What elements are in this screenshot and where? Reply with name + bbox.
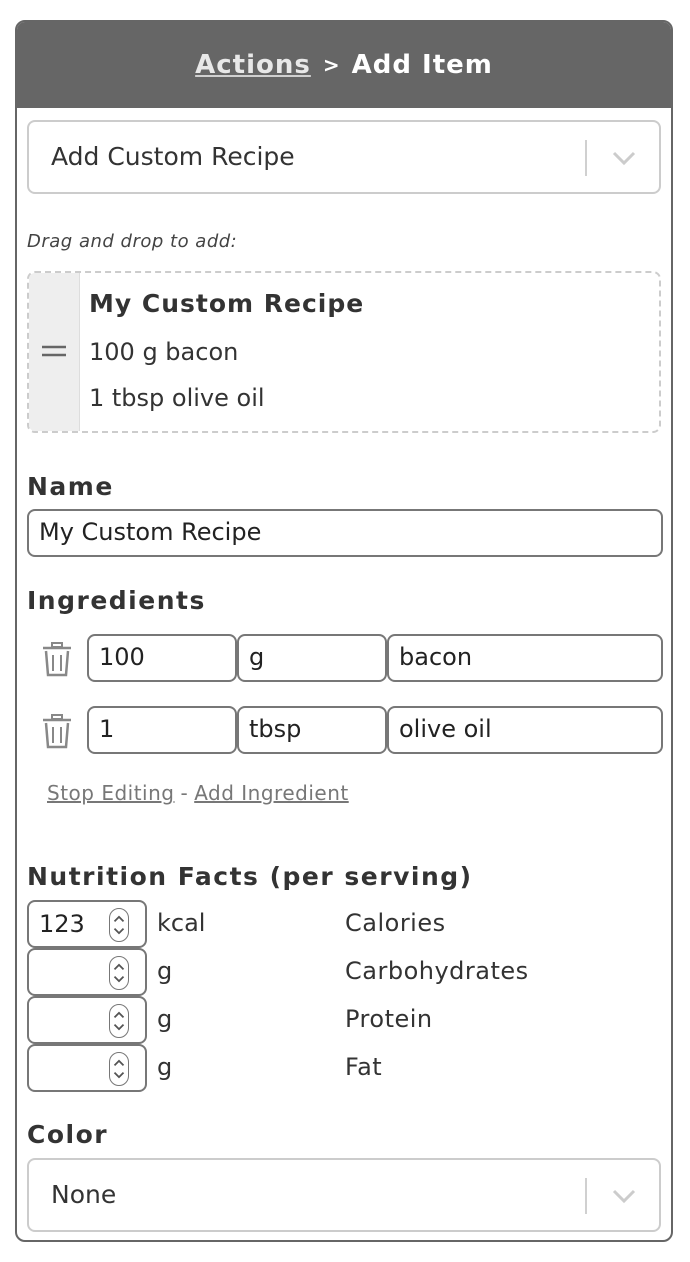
- fat-label: Fat: [345, 1053, 383, 1081]
- ingredient-name-input[interactable]: olive oil: [387, 706, 663, 754]
- calories-label: Calories: [345, 909, 446, 937]
- protein-unit: g: [157, 1005, 173, 1033]
- color-label: Color: [27, 1120, 109, 1149]
- drag-hint: Drag and drop to add:: [27, 231, 238, 252]
- fat-unit: g: [157, 1053, 173, 1081]
- fat-number-input[interactable]: [27, 1044, 147, 1092]
- drag-handle-icon: [42, 345, 66, 357]
- draggable-recipe-line: 1 tbsp olive oil: [89, 384, 265, 412]
- draggable-recipe-card[interactable]: My Custom Recipe 100 g bacon 1 tbsp oliv…: [27, 271, 661, 433]
- nutrition-facts-label: Nutrition Facts (per serving): [27, 862, 473, 891]
- name-label: Name: [27, 472, 114, 501]
- breadcrumb-actions-link[interactable]: Actions: [195, 50, 311, 80]
- ingredient-unit-input[interactable]: tbsp: [237, 706, 387, 754]
- draggable-recipe-line: 100 g bacon: [89, 338, 239, 366]
- calories-unit: kcal: [157, 909, 206, 937]
- spinner-arrows-icon[interactable]: [109, 956, 129, 990]
- protein-number-input[interactable]: [27, 996, 147, 1044]
- item-type-select[interactable]: Add Custom Recipe: [27, 120, 661, 194]
- delete-ingredient-trash-icon[interactable]: [40, 641, 74, 677]
- ingredient-unit-input[interactable]: g: [237, 634, 387, 682]
- item-type-selected-value: Add Custom Recipe: [51, 142, 295, 171]
- ingredients-label: Ingredients: [27, 586, 206, 615]
- drag-handle[interactable]: [29, 273, 80, 431]
- carbohydrates-number-input[interactable]: [27, 948, 147, 996]
- chevron-down-icon: [612, 151, 636, 166]
- color-selected-value: None: [51, 1180, 117, 1209]
- chevron-down-icon: [612, 1189, 636, 1204]
- select-divider: [585, 140, 587, 176]
- draggable-recipe-title: My Custom Recipe: [89, 289, 365, 318]
- ingredient-name-input[interactable]: bacon: [387, 634, 663, 682]
- stop-editing-link[interactable]: Stop Editing: [47, 781, 174, 805]
- select-divider: [585, 1178, 587, 1214]
- calories-number-input[interactable]: 123: [27, 900, 147, 948]
- ingredient-actions: Stop Editing - Add Ingredient: [47, 781, 349, 805]
- recipe-name-input[interactable]: My Custom Recipe: [27, 509, 663, 557]
- page-title: Add Item: [351, 50, 493, 80]
- color-select[interactable]: None: [27, 1158, 661, 1232]
- link-separator: -: [180, 781, 189, 805]
- spinner-arrows-icon[interactable]: [109, 1052, 129, 1086]
- panel-header: Actions > Add Item: [17, 22, 671, 108]
- carbohydrates-unit: g: [157, 957, 173, 985]
- calories-value: 123: [39, 910, 85, 938]
- protein-label: Protein: [345, 1005, 433, 1033]
- breadcrumb-separator: >: [322, 53, 340, 77]
- spinner-arrows-icon[interactable]: [109, 1004, 129, 1038]
- ingredient-amount-input[interactable]: 1: [87, 706, 237, 754]
- ingredient-amount-input[interactable]: 100: [87, 634, 237, 682]
- add-item-panel: Actions > Add Item Add Custom Recipe Dra…: [15, 20, 673, 1242]
- spinner-arrows-icon[interactable]: [109, 908, 129, 942]
- carbohydrates-label: Carbohydrates: [345, 957, 529, 985]
- add-ingredient-link[interactable]: Add Ingredient: [194, 781, 349, 805]
- delete-ingredient-trash-icon[interactable]: [40, 713, 74, 749]
